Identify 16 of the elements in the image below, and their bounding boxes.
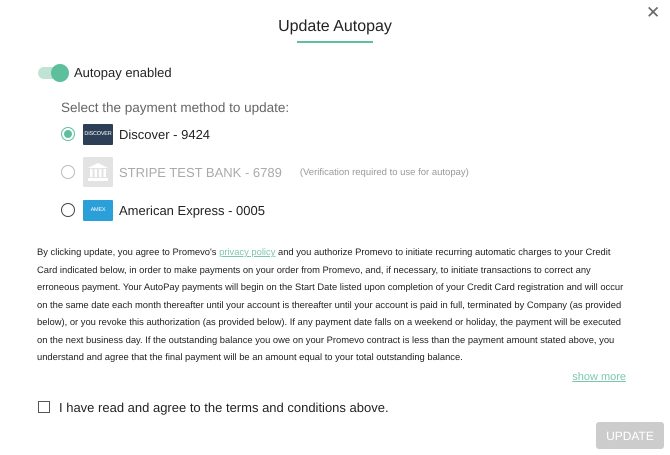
method-label: American Express - 0005 <box>119 202 265 218</box>
method-label: STRIPE TEST BANK - 6789 <box>119 164 282 180</box>
checkbox-label: I have read and agree to the terms and conditions above. <box>59 400 389 414</box>
terms-paragraph: By clicking update, you agree to Promevo's privacy policy and you authorize Promevo to initiate recurring automatic charges to your Credit Card indicated below, in order to make payments on your order from Promevo, and, if necessary, to initiate transactions to correct any erroneous payment. Your AutoPay payments will begin on the Start Date listed upon completion of your Credit Card registration and will occur on the same date each month thereafter until your account is thereafter until your account is paid in full, terminated by Company (as provided below), or you revoke this authorization (as provided below). If any payment date falls on a weekend or holiday, the payment will be executed on the next business day. If the outstanding balance you owe on your Promevo contract is less than the payment amount stated above, you understand and agree that the final payment will be an amount equal to your total outstanding balance. <box>37 245 624 364</box>
toggle-switch[interactable] <box>38 66 66 78</box>
bank-icon <box>83 157 113 187</box>
radio-button[interactable] <box>61 127 75 141</box>
show-more-link[interactable]: show more <box>572 370 626 382</box>
method-note: (Verification required to use for autopay) <box>300 166 469 178</box>
close-button[interactable]: ✕ <box>644 0 662 25</box>
checkbox[interactable] <box>38 401 50 413</box>
prompt-text: Select the payment method to update: <box>61 100 290 115</box>
radio-button[interactable] <box>61 203 75 217</box>
method-label: Discover - 9424 <box>119 126 210 142</box>
toggle-label: Autopay enabled <box>74 65 172 80</box>
privacy-link[interactable]: privacy policy <box>219 246 276 257</box>
